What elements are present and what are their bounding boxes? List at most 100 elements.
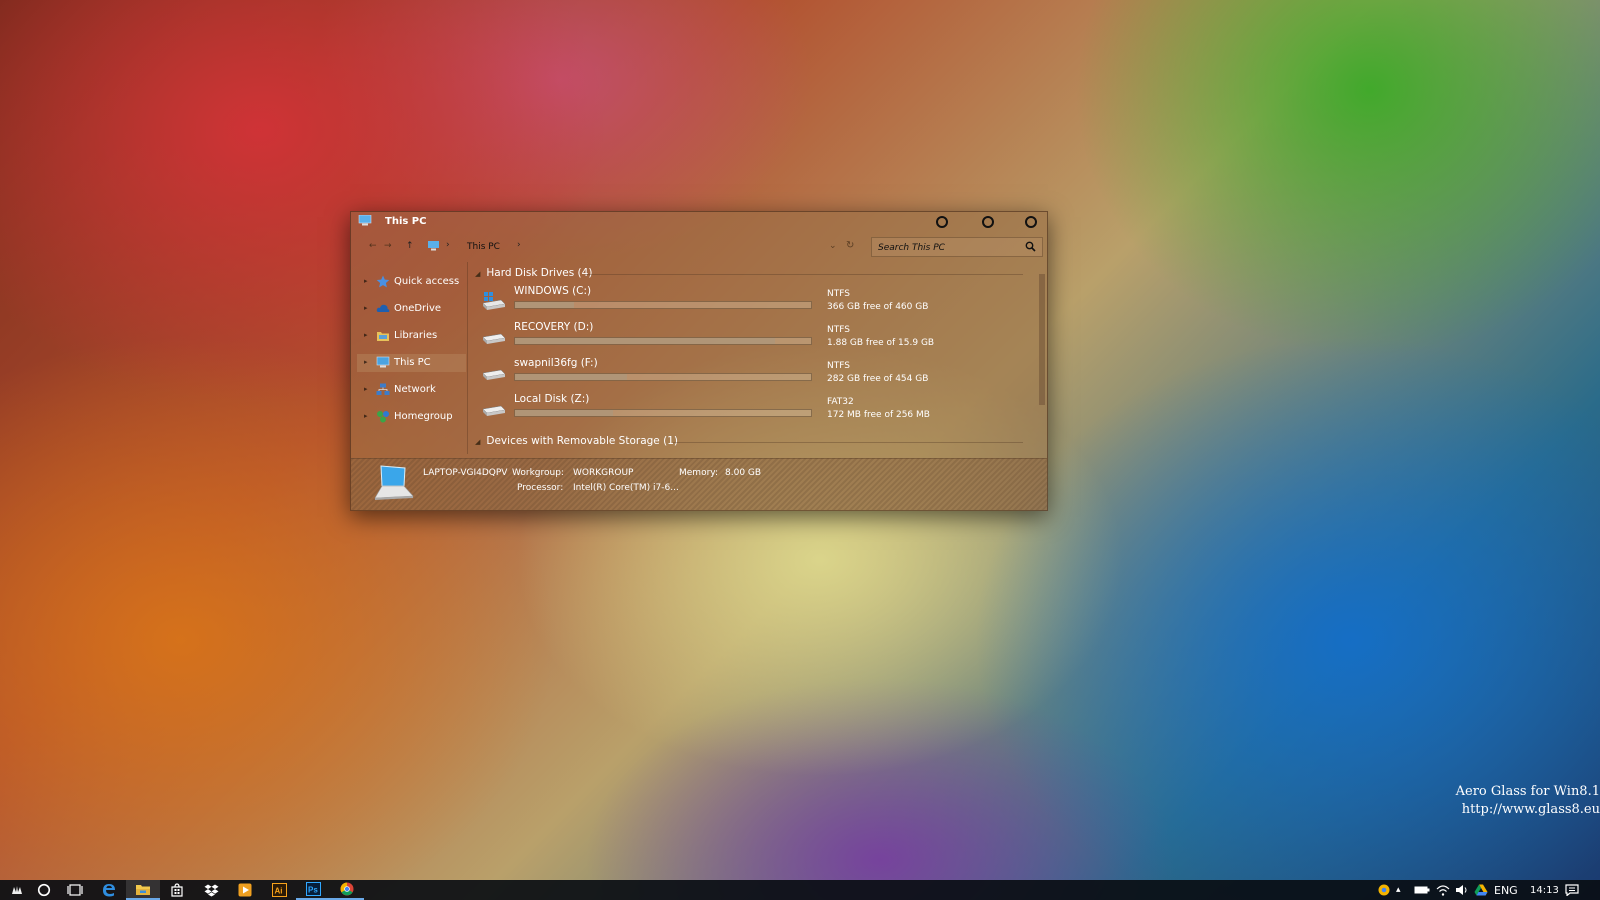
vertical-scrollbar[interactable] — [1039, 274, 1045, 405]
forward-arrow-icon[interactable]: → — [384, 241, 392, 251]
navigation-pane: ▸ Quick access ▸ OneDrive ▸ Libraries ▸ — [351, 262, 468, 454]
photoshop-icon: Ps — [305, 882, 321, 896]
chrome-icon — [340, 882, 354, 896]
wifi-icon[interactable] — [1436, 880, 1450, 900]
address-dropdown-icon[interactable]: ⌄ — [829, 241, 837, 251]
breadcrumb-chevron-icon[interactable]: › — [446, 240, 450, 250]
file-explorer-icon — [136, 884, 150, 895]
minimize-button[interactable] — [936, 216, 948, 228]
workgroup-label: Workgroup: — [512, 468, 564, 478]
drive-item[interactable]: RECOVERY (D:) NTFS 1.88 GB free of 15.9 … — [481, 320, 1041, 354]
drive-item[interactable]: WINDOWS (C:) NTFS 366 GB free of 460 GB — [481, 284, 1041, 318]
star-icon — [376, 275, 390, 288]
drive-usage-bar — [514, 409, 812, 417]
windows-drive-icon — [482, 292, 506, 310]
task-view-icon — [67, 884, 83, 896]
edge-icon — [103, 884, 115, 897]
sidebar-item-onedrive[interactable]: ▸ OneDrive — [357, 300, 466, 318]
google-drive-icon[interactable] — [1474, 880, 1488, 900]
store-button[interactable] — [160, 880, 194, 900]
hard-drive-icon — [482, 369, 506, 380]
up-arrow-icon[interactable]: ↑ — [406, 241, 414, 251]
search-input[interactable] — [878, 242, 1018, 254]
breadcrumb-this-pc[interactable]: This PC — [467, 242, 500, 252]
expand-arrow-icon[interactable]: ▸ — [364, 277, 368, 285]
laptop-icon — [374, 465, 414, 500]
drive-usage-fill — [515, 338, 776, 344]
media-player-button[interactable] — [228, 880, 262, 900]
start-icon — [12, 886, 22, 894]
tray-chrome-icon[interactable] — [1378, 880, 1390, 900]
svg-text:Ai: Ai — [274, 887, 282, 896]
expand-arrow-icon[interactable]: ▸ — [364, 385, 368, 393]
drive-usage-bar — [514, 337, 812, 345]
taskbar: Ai Ps ▴ ENG 14:13 — [0, 880, 1600, 900]
refresh-icon[interactable]: ↻ — [846, 240, 854, 251]
illustrator-icon: Ai — [271, 883, 287, 897]
expand-arrow-icon[interactable]: ▸ — [364, 331, 368, 339]
group-divider — [673, 442, 1023, 443]
homegroup-icon — [377, 411, 389, 423]
collapse-arrow-icon[interactable]: ◢ — [475, 438, 480, 446]
store-icon — [171, 883, 183, 897]
illustrator-button[interactable]: Ai — [262, 880, 296, 900]
show-hidden-icons-icon[interactable]: ▴ — [1396, 880, 1401, 900]
language-indicator[interactable]: ENG — [1494, 880, 1518, 900]
file-explorer-window: This PC ← → ↑ › This PC › ⌄ ↻ ▸ — [350, 211, 1048, 511]
processor-label: Processor: — [517, 483, 564, 493]
chrome-button[interactable] — [330, 880, 364, 900]
expand-arrow-icon[interactable]: ▸ — [364, 304, 368, 312]
group-header-removable[interactable]: ◢ Devices with Removable Storage (1) — [475, 435, 678, 447]
navigation-bar: ← → ↑ › This PC › ⌄ ↻ — [351, 235, 1047, 259]
photoshop-button[interactable]: Ps — [296, 880, 330, 900]
group-header-hard-disks[interactable]: ◢ Hard Disk Drives (4) — [475, 267, 592, 279]
volume-icon[interactable] — [1455, 880, 1469, 900]
edge-button[interactable] — [92, 880, 126, 900]
sidebar-item-this-pc[interactable]: ▸ This PC — [357, 354, 466, 372]
content-pane: ◢ Hard Disk Drives (4) WINDOWS (C:) NTFS … — [469, 262, 1047, 454]
memory-label: Memory: — [679, 468, 718, 478]
svg-text:Ps: Ps — [308, 886, 318, 895]
drive-item[interactable]: swapnil36fg (F:) NTFS 282 GB free of 454… — [481, 356, 1041, 390]
clock[interactable]: 14:13 — [1530, 880, 1559, 900]
computer-icon — [428, 241, 439, 251]
drive-usage-fill — [515, 410, 613, 416]
drive-item[interactable]: Local Disk (Z:) FAT32 172 MB free of 256… — [481, 392, 1041, 426]
dropbox-icon — [204, 884, 218, 896]
processor-value: Intel(R) Core(TM) i7-6... — [573, 483, 679, 493]
chrome-tray-icon — [1378, 884, 1390, 896]
sidebar-item-homegroup[interactable]: ▸ Homegroup — [357, 408, 466, 426]
aero-glass-watermark: Aero Glass for Win8.1 http://www.glass8.… — [1455, 784, 1600, 817]
file-explorer-button[interactable] — [126, 880, 160, 900]
search-icon[interactable] — [1025, 241, 1036, 252]
media-player-icon — [238, 883, 252, 897]
dropbox-button[interactable] — [194, 880, 228, 900]
cortana-button[interactable] — [27, 880, 61, 900]
task-view-button[interactable] — [58, 880, 92, 900]
breadcrumb-chevron-icon[interactable]: › — [517, 240, 521, 250]
maximize-button[interactable] — [982, 216, 994, 228]
details-pane: LAPTOP-VGI4DQPV Workgroup: WORKGROUP Mem… — [351, 458, 1047, 510]
hard-drive-icon — [482, 405, 506, 416]
scrollbar-thumb[interactable] — [1039, 274, 1045, 405]
computer-name: LAPTOP-VGI4DQPV — [423, 468, 508, 478]
drive-usage-bar — [514, 301, 812, 309]
battery-icon[interactable] — [1414, 880, 1430, 900]
close-button[interactable] — [1025, 216, 1037, 228]
collapse-arrow-icon[interactable]: ◢ — [475, 270, 480, 278]
computer-icon — [358, 215, 372, 226]
back-arrow-icon[interactable]: ← — [369, 241, 377, 251]
drive-usage-fill — [515, 374, 628, 380]
hard-drive-icon — [482, 333, 506, 344]
sidebar-item-quick-access[interactable]: ▸ Quick access — [357, 273, 466, 291]
expand-arrow-icon[interactable]: ▸ — [364, 412, 368, 420]
group-divider — [585, 274, 1023, 275]
memory-value: 8.00 GB — [725, 468, 762, 478]
title-bar[interactable]: This PC — [351, 212, 1047, 232]
computer-icon — [376, 356, 390, 368]
search-box[interactable] — [871, 237, 1043, 257]
sidebar-item-network[interactable]: ▸ Network — [357, 381, 466, 399]
expand-arrow-icon[interactable]: ▸ — [364, 358, 368, 366]
action-center-icon[interactable] — [1565, 880, 1579, 900]
sidebar-item-libraries[interactable]: ▸ Libraries — [357, 327, 466, 345]
